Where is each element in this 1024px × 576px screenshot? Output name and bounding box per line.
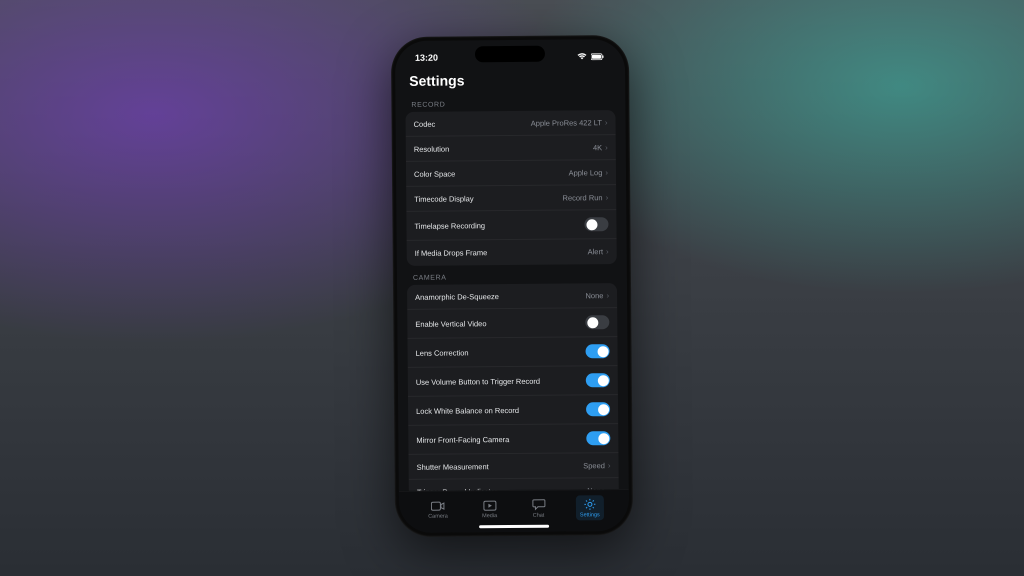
chevron-right-icon: ›	[606, 291, 609, 300]
row-label: Timelapse Recording	[414, 221, 485, 231]
home-indicator[interactable]	[479, 525, 549, 529]
toggle-knob	[597, 346, 608, 357]
toggle-timelapse[interactable]	[584, 217, 608, 231]
page-title: Settings	[409, 71, 611, 89]
phone-frame: 13:20 Settings RECORD Codec Apple ProRes…	[391, 35, 633, 537]
media-icon	[482, 498, 496, 512]
row-value: Alert	[588, 247, 603, 256]
row-vertical-video[interactable]: Enable Vertical Video	[407, 308, 617, 339]
row-label: Shutter Measurement	[417, 462, 489, 472]
row-lens-correction[interactable]: Lens Correction	[407, 337, 617, 368]
toggle-vertical-video[interactable]	[585, 315, 609, 329]
row-value: Apple Log	[569, 168, 603, 177]
row-lock-white-balance[interactable]: Lock White Balance on Record	[408, 395, 618, 426]
row-label: Use Volume Button to Trigger Record	[416, 376, 540, 386]
row-shutter-measurement[interactable]: Shutter Measurement Speed›	[408, 453, 618, 480]
row-label: Timecode Display	[414, 194, 473, 204]
chat-icon	[531, 498, 545, 512]
toggle-mirror-front[interactable]	[586, 431, 610, 445]
tab-camera[interactable]: Camera	[424, 497, 452, 522]
row-value: Speed	[583, 461, 605, 470]
row-color-space[interactable]: Color Space Apple Log›	[406, 160, 616, 187]
chevron-right-icon: ›	[605, 143, 608, 152]
status-time: 13:20	[415, 53, 438, 63]
battery-icon	[591, 53, 605, 60]
row-timelapse-recording[interactable]: Timelapse Recording	[406, 210, 616, 241]
row-volume-button[interactable]: Use Volume Button to Trigger Record	[408, 366, 618, 397]
toggle-volume-button[interactable]	[586, 373, 610, 387]
section-header-camera: CAMERA	[407, 266, 617, 285]
status-icons	[577, 52, 605, 60]
gear-icon	[583, 497, 597, 511]
row-media-drops-frame[interactable]: If Media Drops Frame Alert›	[407, 239, 617, 266]
row-resolution[interactable]: Resolution 4K›	[406, 135, 616, 162]
chevron-right-icon: ›	[605, 118, 608, 127]
chevron-right-icon: ›	[608, 461, 611, 470]
page-header: Settings	[395, 67, 625, 95]
chevron-right-icon: ›	[605, 168, 608, 177]
row-label: Codec	[414, 119, 436, 128]
tab-media[interactable]: Media	[478, 496, 501, 521]
row-label: Color Space	[414, 169, 455, 178]
tab-settings[interactable]: Settings	[576, 495, 604, 520]
tab-label: Camera	[428, 514, 448, 520]
toggle-lens-correction[interactable]	[586, 344, 610, 358]
dynamic-island	[475, 46, 545, 63]
section-camera: Anamorphic De-Squeeze None› Enable Verti…	[407, 283, 619, 491]
toggle-knob	[587, 317, 598, 328]
toggle-knob	[586, 219, 597, 230]
section-header-record: RECORD	[405, 93, 615, 112]
toggle-lock-wb[interactable]	[586, 402, 610, 416]
toggle-knob	[598, 404, 609, 415]
row-label: If Media Drops Frame	[415, 248, 488, 258]
tab-label: Chat	[533, 513, 545, 519]
row-label: Enable Vertical Video	[415, 319, 486, 329]
toggle-knob	[598, 433, 609, 444]
row-codec[interactable]: Codec Apple ProRes 422 LT›	[405, 110, 615, 137]
toggle-knob	[597, 375, 608, 386]
camera-icon	[431, 499, 445, 513]
row-label: Anamorphic De-Squeeze	[415, 292, 499, 302]
row-value: Record Run	[562, 193, 602, 202]
row-label: Lock White Balance on Record	[416, 405, 519, 415]
row-anamorphic[interactable]: Anamorphic De-Squeeze None›	[407, 283, 617, 310]
row-value: None	[585, 291, 603, 300]
chevron-right-icon: ›	[606, 247, 609, 256]
screen: 13:20 Settings RECORD Codec Apple ProRes…	[395, 39, 629, 533]
row-value: Apple ProRes 422 LT	[531, 118, 602, 128]
row-label: Mirror Front-Facing Camera	[416, 435, 509, 445]
row-mirror-front[interactable]: Mirror Front-Facing Camera	[408, 424, 618, 455]
tab-label: Settings	[580, 512, 600, 518]
chevron-right-icon: ›	[606, 193, 609, 202]
wifi-icon	[577, 52, 587, 60]
row-value: 4K	[593, 143, 602, 152]
tab-label: Media	[482, 513, 497, 519]
row-label: Lens Correction	[416, 348, 469, 357]
settings-content[interactable]: RECORD Codec Apple ProRes 422 LT› Resolu…	[395, 93, 628, 491]
row-timecode-display[interactable]: Timecode Display Record Run ›	[406, 185, 616, 212]
row-label: Resolution	[414, 144, 450, 153]
tab-chat[interactable]: Chat	[527, 496, 549, 521]
section-record: Codec Apple ProRes 422 LT› Resolution 4K…	[405, 110, 616, 266]
